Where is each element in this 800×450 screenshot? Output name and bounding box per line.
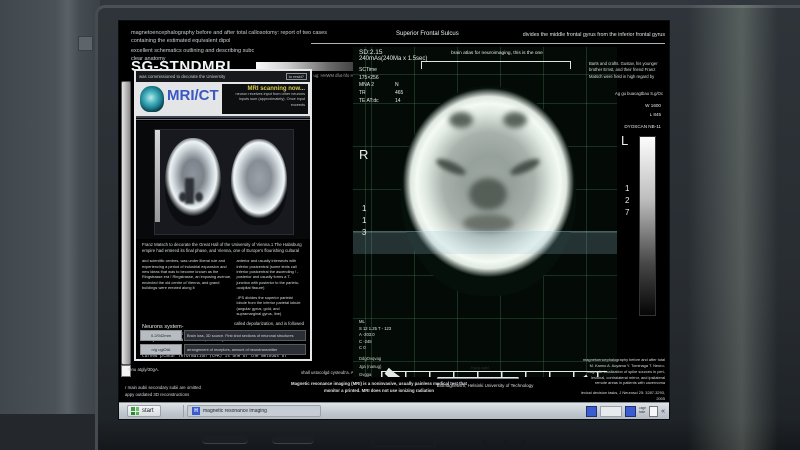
atlas-caption: brain atlas for neuroimaging, this is th… bbox=[403, 51, 591, 56]
param-sctime: SCTime bbox=[359, 67, 427, 75]
orientation-marker-left: L bbox=[621, 133, 628, 148]
field-badge: 0.2/042mm bbox=[140, 330, 182, 341]
screen: magnetoencephalography before and after … bbox=[118, 20, 670, 420]
chin-label-plate bbox=[372, 432, 436, 447]
citation-ref: lexical decision tasks, J Neurosci 25: 3… bbox=[573, 390, 665, 402]
field-badge: n/g uglOtA bbox=[140, 344, 182, 355]
system-tray: cage take « bbox=[586, 405, 665, 417]
article-col-right-1: anterior and usually intersects with inf… bbox=[236, 258, 304, 291]
right-column-paragraph: Barts and crafts. Gustav, his younger br… bbox=[589, 61, 665, 80]
article-col-left: and scientific centres, was under libera… bbox=[142, 258, 231, 291]
param-mas: 240mAs(240Ma x 1.5sec) bbox=[359, 56, 427, 62]
anime-monitor-scene: magnetoencephalography before and after … bbox=[0, 0, 800, 450]
page-scrollbar[interactable] bbox=[121, 81, 131, 365]
scanline-highlight bbox=[353, 231, 617, 254]
monitor-button-3[interactable] bbox=[521, 440, 525, 444]
mrict-logo: MRI/CT bbox=[167, 87, 219, 104]
param-row: MNA 2 N bbox=[359, 82, 427, 90]
window-width-value: W 1600 bbox=[645, 103, 661, 108]
panel-title-text: was commissioned to decorate the Univers… bbox=[139, 74, 225, 79]
mri-app-icon: H bbox=[192, 407, 200, 415]
header-right-label: divides the middle frontal gyrus from th… bbox=[513, 32, 665, 38]
panel-footer-note: called depolarization, and is followed bbox=[234, 321, 304, 326]
start-button[interactable]: start bbox=[127, 405, 161, 417]
mri-thumbnail-coronal[interactable] bbox=[165, 138, 221, 226]
scan-tags: DdgOvqvag Jga (nanug) Gvgga bbox=[359, 355, 381, 377]
article-col-right-2: -IPS divides the superior parietal lobul… bbox=[236, 295, 304, 317]
wall-switch bbox=[78, 36, 93, 51]
panel-logo-row: MRI/CT MRI scanning now... neuron receiv… bbox=[136, 82, 310, 116]
field-value[interactable]: Brain loss, 3D source. First shot sectio… bbox=[184, 330, 306, 341]
tray-chevron-icon[interactable]: « bbox=[661, 408, 665, 415]
scan-inline-tag: Kgcg agbl bbox=[471, 365, 489, 370]
param-row: TR 465 bbox=[359, 90, 427, 98]
brain-icon bbox=[140, 86, 164, 112]
taskbar-separator bbox=[183, 405, 184, 417]
browser-panel: was commissioned to decorate the Univers… bbox=[134, 69, 312, 361]
coordinate-readout: ML S 12 1.25 T - 123 A -203.0 C -245 C 0 bbox=[359, 319, 391, 352]
panel-divider-2 bbox=[136, 119, 310, 120]
param-sd: SD:2.15 bbox=[359, 49, 427, 56]
thumbnail-divider bbox=[155, 130, 160, 222]
param-row: TE AT:dc 14 bbox=[359, 98, 427, 106]
right-column-line: Ag gu buacagtbau S.g/Oc bbox=[615, 91, 663, 96]
ct-viewport[interactable]: brain atlas for neuroimaging, this is th… bbox=[353, 47, 617, 377]
note-omitted: r main aubii secondary subii are omitted… bbox=[125, 385, 255, 399]
tray-page-icon[interactable] bbox=[649, 406, 658, 417]
field-value[interactable]: arrangement of receptors, amount of neur… bbox=[184, 344, 306, 355]
monitor-button-2[interactable] bbox=[503, 440, 507, 444]
acquisition-params: SD:2.15 240mAs(240Ma x 1.5sec) SCTime 17… bbox=[359, 49, 427, 105]
article-columns: and scientific centres, was under libera… bbox=[142, 258, 304, 321]
taskbar: start H magnetic resonance imaging cage … bbox=[119, 402, 669, 419]
scan-status-box: MRI scanning now... neuron receives inpu… bbox=[222, 84, 308, 114]
scan-status-sub2: inputs sum (approximately). Once input e… bbox=[225, 97, 305, 108]
start-flag-icon bbox=[131, 407, 139, 415]
monitor-button-1[interactable] bbox=[483, 440, 487, 444]
slice-digits-right: 1 2 7 bbox=[625, 183, 629, 219]
atlas-bracket bbox=[421, 61, 571, 69]
param-matrix: 175×256 bbox=[359, 75, 427, 83]
article-paragraph: Franz Matsch to decorate the Great Hall … bbox=[142, 242, 304, 254]
tray-icon-blue-1[interactable] bbox=[586, 406, 597, 417]
grayscale-window-bar[interactable] bbox=[639, 136, 656, 316]
citation-block: magnetoencephalography before and after … bbox=[573, 357, 665, 402]
mri-thumbnail-axial[interactable] bbox=[231, 139, 287, 225]
chin-vent-2 bbox=[272, 436, 314, 444]
header-center-label: Superior Frontal Sulcus bbox=[396, 31, 459, 37]
panel-field-rows: 0.2/042mm Brain loss, 3D source. First s… bbox=[140, 327, 306, 355]
tray-status-box[interactable] bbox=[600, 406, 622, 417]
taskbar-item-mri[interactable]: H magnetic resonance imaging bbox=[187, 405, 321, 417]
note-left: Tenu atgly/30gA. bbox=[127, 367, 159, 374]
thumbnail-frame bbox=[154, 129, 294, 235]
panel-titlebar[interactable]: was commissioned to decorate the Univers… bbox=[136, 71, 310, 82]
panel-title-link[interactable]: to resid? bbox=[286, 73, 307, 80]
slice-digits-left: 1 1 3 bbox=[362, 203, 366, 239]
chin-vent-1 bbox=[202, 436, 248, 444]
window-level-value: L 845 bbox=[650, 112, 661, 117]
wall-background bbox=[0, 0, 100, 450]
panel-divider bbox=[136, 116, 310, 118]
field-row: n/g uglOtA arrangement of receptors, amo… bbox=[140, 344, 306, 355]
tray-icon-blue-2[interactable] bbox=[625, 406, 636, 417]
field-row: 0.2/042mm Brain loss, 3D source. First s… bbox=[140, 330, 306, 341]
thumbnail-strip bbox=[136, 121, 310, 239]
desk-shadow bbox=[0, 414, 100, 450]
device-name: DYOSCAN NB-11 bbox=[624, 124, 661, 129]
tray-text: cage take bbox=[639, 407, 646, 414]
orientation-marker-right: R bbox=[359, 147, 368, 162]
header-rule bbox=[311, 43, 665, 44]
